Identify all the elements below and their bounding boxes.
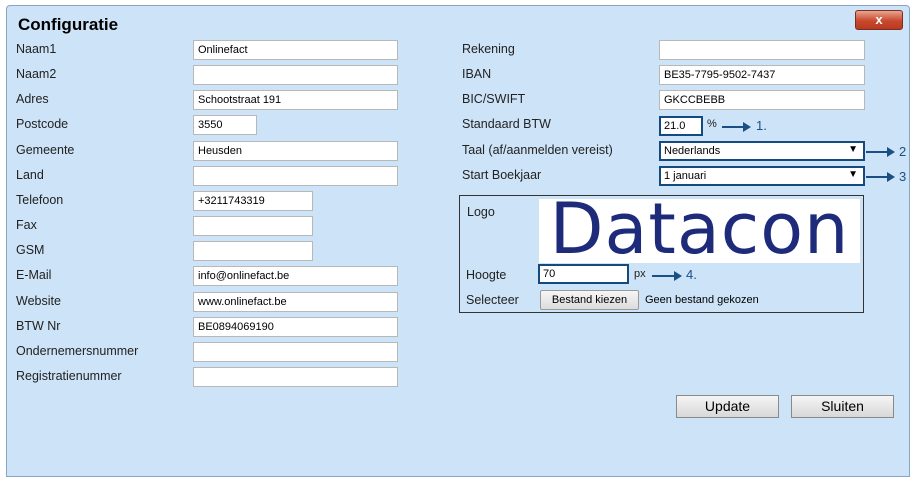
label-selecteer: Selecteer xyxy=(466,293,519,307)
label-start-boekjaar: Start Boekjaar xyxy=(462,168,542,182)
gsm-input[interactable] xyxy=(193,241,313,261)
annotation-arrow-2 xyxy=(866,151,888,153)
label-rekening: Rekening xyxy=(462,42,515,56)
bic-swift-input[interactable]: GKCCBEBB xyxy=(659,90,865,110)
start-boekjaar-value: 1 januari xyxy=(664,170,707,182)
btw-percent-unit: % xyxy=(707,118,717,130)
naam2-input[interactable] xyxy=(193,65,398,85)
label-iban: IBAN xyxy=(462,67,492,81)
sluiten-button[interactable]: Sluiten xyxy=(791,395,894,418)
gemeente-input[interactable]: Heusden xyxy=(193,141,398,161)
email-input[interactable]: info@onlinefact.be xyxy=(193,266,398,286)
label-website: Website xyxy=(16,294,61,308)
label-taal: Taal (af/aanmelden vereist) xyxy=(462,143,613,157)
naam1-input[interactable]: Onlinefact xyxy=(193,40,398,60)
label-standaard-btw: Standaard BTW xyxy=(462,117,551,131)
label-postcode: Postcode xyxy=(16,117,69,131)
label-land: Land xyxy=(16,168,44,182)
iban-input[interactable]: BE35-7795-9502-7437 xyxy=(659,65,865,85)
dialog-title: Configuratie xyxy=(18,15,119,34)
company-logo: Datacon xyxy=(539,189,860,269)
label-hoogte: Hoogte xyxy=(466,268,507,282)
taal-select-value: Nederlands xyxy=(664,145,721,157)
label-bic-swift: BIC/SWIFT xyxy=(462,92,526,106)
fax-input[interactable] xyxy=(193,216,313,236)
taal-select[interactable]: Nederlands ▼ xyxy=(659,141,865,161)
label-registratienummer: Registratienummer xyxy=(16,369,122,383)
close-button[interactable]: x xyxy=(855,10,903,30)
dropdown-arrow-icon: ▼ xyxy=(848,144,858,155)
website-input[interactable]: www.onlinefact.be xyxy=(193,292,398,312)
label-adres: Adres xyxy=(16,92,49,106)
standaard-btw-input[interactable]: 21.0 xyxy=(659,116,703,136)
update-button[interactable]: Update xyxy=(676,395,779,418)
label-logo: Logo xyxy=(467,205,495,219)
hoogte-px-unit: px xyxy=(634,268,646,280)
label-naam2: Naam2 xyxy=(16,67,57,81)
registratienummer-input[interactable] xyxy=(193,367,398,387)
telefoon-input[interactable]: +3211743319 xyxy=(193,191,313,211)
adres-input[interactable]: Schootstraat 191 xyxy=(193,90,398,110)
annotation-arrowhead-4 xyxy=(674,271,682,281)
file-status-text: Geen bestand gekozen xyxy=(645,294,759,306)
label-gemeente: Gemeente xyxy=(16,143,75,157)
annotation-arrowhead-2 xyxy=(887,147,895,157)
rekening-input[interactable] xyxy=(659,40,865,60)
annotation-arrow-3 xyxy=(866,176,888,178)
label-ondernemersnummer: Ondernemersnummer xyxy=(16,344,139,358)
logo-text: Datacon xyxy=(549,188,850,270)
label-btw-nr: BTW Nr xyxy=(16,319,61,333)
label-telefoon: Telefoon xyxy=(16,193,64,207)
label-naam1: Naam1 xyxy=(16,42,57,56)
annotation-arrow-1 xyxy=(722,126,744,128)
label-gsm: GSM xyxy=(16,243,45,257)
annotation-arrowhead-3 xyxy=(887,172,895,182)
hoogte-input[interactable]: 70 xyxy=(538,264,629,284)
label-email: E-Mail xyxy=(16,268,52,282)
annotation-3: 3 xyxy=(899,169,907,184)
land-input[interactable] xyxy=(193,166,398,186)
annotation-4: 4. xyxy=(686,267,697,282)
postcode-input[interactable]: 3550 xyxy=(193,115,257,135)
btw-nr-input[interactable]: BE0894069190 xyxy=(193,317,398,337)
label-fax: Fax xyxy=(16,218,37,232)
annotation-arrow-4 xyxy=(652,275,675,277)
ondernemersnummer-input[interactable] xyxy=(193,342,398,362)
annotation-arrowhead-1 xyxy=(743,122,751,132)
start-boekjaar-select[interactable]: 1 januari ▼ xyxy=(659,166,865,186)
annotation-1: 1. xyxy=(756,118,767,133)
annotation-2: 2 xyxy=(899,144,907,159)
dropdown-arrow-icon: ▼ xyxy=(848,169,858,180)
choose-file-button[interactable]: Bestand kiezen xyxy=(540,290,639,310)
